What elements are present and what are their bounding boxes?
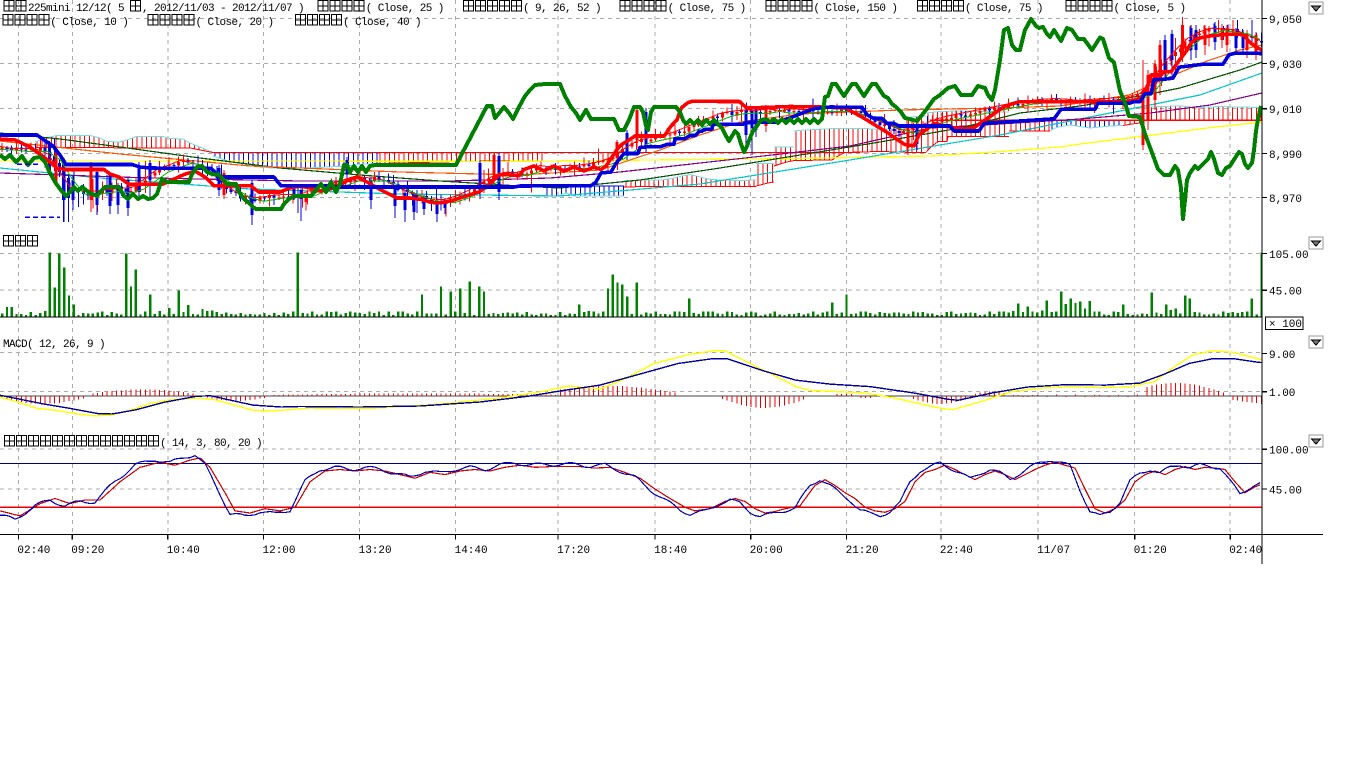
svg-text:8,970: 8,970 — [1269, 194, 1302, 206]
svg-text:( Close, 10 ): ( Close, 10 ) — [50, 17, 128, 29]
svg-text:( 9, 26, 52 ): ( 9, 26, 52 ) — [523, 3, 601, 15]
svg-text:105.00: 105.00 — [1269, 250, 1309, 262]
svg-text:( Close, 40 ): ( Close, 40 ) — [343, 17, 421, 29]
svg-text:× 100: × 100 — [1269, 319, 1302, 331]
svg-text:( Close, 5 ): ( Close, 5 ) — [1114, 3, 1186, 15]
svg-text:8,990: 8,990 — [1269, 150, 1302, 162]
svg-text:( Close, 75 ): ( Close, 75 ) — [965, 3, 1043, 15]
svg-text:21:20: 21:20 — [846, 545, 879, 557]
svg-text:100.00: 100.00 — [1269, 446, 1309, 458]
svg-text:9,030: 9,030 — [1269, 60, 1302, 72]
svg-text:02:40: 02:40 — [1229, 545, 1262, 557]
svg-text:18:40: 18:40 — [654, 545, 687, 557]
svg-text:10:40: 10:40 — [167, 545, 200, 557]
svg-text:17:20: 17:20 — [557, 545, 590, 557]
svg-text:11/07: 11/07 — [1037, 545, 1070, 557]
svg-text:45.00: 45.00 — [1269, 486, 1302, 498]
svg-text:9.00: 9.00 — [1269, 350, 1295, 362]
svg-text:, 2012/11/03 - 2012/11/07 ): , 2012/11/03 - 2012/11/07 ) — [142, 3, 304, 15]
svg-text:MACD( 12, 26, 9 ): MACD( 12, 26, 9 ) — [3, 339, 105, 351]
svg-text:( Close, 20 ): ( Close, 20 ) — [196, 17, 274, 29]
svg-text:45.00: 45.00 — [1269, 287, 1302, 299]
svg-text:02:40: 02:40 — [17, 545, 50, 557]
svg-text:( Close, 75 ): ( Close, 75 ) — [668, 3, 746, 15]
svg-text:9,050: 9,050 — [1269, 15, 1302, 27]
svg-text:09:20: 09:20 — [71, 545, 104, 557]
svg-text:225mini 12/12( 5: 225mini 12/12( 5 — [28, 3, 124, 15]
svg-text:20:00: 20:00 — [750, 545, 783, 557]
svg-text:22:40: 22:40 — [940, 545, 973, 557]
svg-text:1.00: 1.00 — [1269, 388, 1295, 400]
svg-text:01:20: 01:20 — [1134, 545, 1167, 557]
svg-text:12:00: 12:00 — [263, 545, 296, 557]
svg-text:( Close, 150 ): ( Close, 150 ) — [813, 3, 897, 15]
svg-text:( 14, 3, 80, 20 ): ( 14, 3, 80, 20 ) — [160, 438, 262, 450]
svg-text:13:20: 13:20 — [359, 545, 392, 557]
svg-text:( Close, 25 ): ( Close, 25 ) — [366, 3, 444, 15]
svg-text:9,010: 9,010 — [1269, 105, 1302, 117]
svg-text:14:40: 14:40 — [455, 545, 488, 557]
